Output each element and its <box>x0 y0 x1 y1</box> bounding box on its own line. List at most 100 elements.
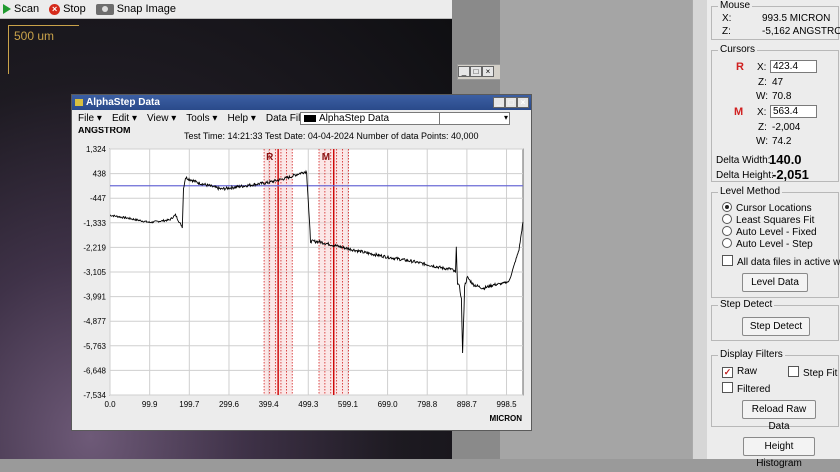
m-z-label: Z: <box>758 122 767 133</box>
menu-help[interactable]: Help ▾ <box>227 113 255 124</box>
m-cursor-label: M <box>734 106 744 118</box>
alphastep-data-window: AlphaStep Data _ □ × File ▾ Edit ▾ View ▾ … <box>71 94 532 431</box>
menu-file[interactable]: File ▾ <box>78 113 102 124</box>
y-tick-label: -1,333 <box>83 219 106 228</box>
app-icon <box>75 99 83 106</box>
close-icon[interactable]: × <box>517 97 529 108</box>
snap-image-label: Snap Image <box>116 3 177 15</box>
minimize-icon[interactable]: _ <box>458 66 470 77</box>
radio-selected-icon <box>722 202 732 212</box>
level-method-group: Level Method Cursor Locations Least Squa… <box>711 186 840 298</box>
maximize-icon[interactable]: □ <box>505 97 517 108</box>
y-tick-label: -7,534 <box>83 391 106 400</box>
step-fit-label: Step Fit <box>803 368 838 379</box>
main-toolbar: Scan × Stop Snap Image <box>0 0 452 19</box>
profile-chart[interactable]: ANGSTROM Test Time: 14:21:33 Test Date: … <box>72 127 531 427</box>
step-fit-checkbox[interactable]: Step Fit <box>788 366 837 379</box>
play-icon <box>3 4 11 14</box>
y-tick-label: -3,105 <box>83 268 106 277</box>
side-panel: Mouse X: 993.5 MICRON Z: -5,162 ANGSTROM… <box>707 0 840 469</box>
x-tick-label: 299.6 <box>219 400 240 409</box>
x-tick-label: 199.7 <box>179 400 200 409</box>
cursor-label: M <box>322 152 330 163</box>
x-tick-label: 699.0 <box>378 400 399 409</box>
radio-icon <box>722 214 732 224</box>
minimize-icon[interactable]: _ <box>493 97 505 108</box>
delta-height-label: Delta Height: <box>716 170 774 181</box>
data-files-dropdown[interactable]: AlphaStep Data <box>300 112 440 125</box>
x-tick-label: 99.9 <box>142 400 158 409</box>
stop-button[interactable]: × Stop <box>49 3 86 15</box>
data-files-dropdown-extension[interactable]: ▾ <box>440 112 510 125</box>
checkbox-icon <box>722 382 733 393</box>
m-w-label: W: <box>756 136 769 147</box>
snap-image-button[interactable]: Snap Image <box>95 3 177 15</box>
menu-label: File <box>78 113 95 124</box>
chevron-down-icon: ▾ <box>503 113 508 122</box>
x-tick-label: 599.1 <box>338 400 359 409</box>
all-data-files-checkbox[interactable]: All data files in active window <box>722 255 840 268</box>
y-tick-label: -447 <box>90 194 107 203</box>
r-x-input[interactable]: 423.4 <box>770 60 817 73</box>
radio-icon <box>722 238 732 248</box>
stop-icon: × <box>49 3 61 15</box>
r-x-label: X: <box>757 62 767 73</box>
mouse-z-label: Z: <box>722 26 731 37</box>
data-window-titlebar[interactable]: AlphaStep Data _ □ × <box>72 95 531 110</box>
menu-edit[interactable]: Edit ▾ <box>112 113 137 124</box>
raw-checkbox[interactable]: ✓ Raw <box>722 366 757 378</box>
menu-label: Tools <box>186 113 210 124</box>
level-option-label: Auto Level - Step <box>736 239 813 250</box>
scale-label: 500 um <box>14 29 55 43</box>
x-tick-label: 798.8 <box>417 400 438 409</box>
y-unit-label: ANGSTROM <box>78 127 131 135</box>
level-option-auto-fixed[interactable]: Auto Level - Fixed <box>722 226 817 238</box>
filtered-checkbox[interactable]: Filtered <box>722 382 770 395</box>
scan-label: Scan <box>14 3 40 15</box>
cursors-group: Cursors R X: 423.4 Z: 47 W: 70.8 M X: 56… <box>711 44 839 182</box>
menu-view[interactable]: View ▾ <box>147 113 176 124</box>
y-tick-label: -2,219 <box>83 243 106 252</box>
level-option-cursor-locations[interactable]: Cursor Locations <box>722 202 812 214</box>
step-detect-button[interactable]: Step Detect <box>742 317 810 336</box>
reload-raw-data-button[interactable]: Reload Raw Data <box>742 400 816 432</box>
raw-label: Raw <box>737 366 758 377</box>
delta-width-value: 140.0 <box>769 152 802 167</box>
mouse-x-label: X: <box>722 13 732 24</box>
mouse-group-title: Mouse <box>718 0 753 11</box>
level-option-auto-step[interactable]: Auto Level - Step <box>722 238 813 250</box>
checkbox-icon <box>722 255 733 266</box>
height-histogram-button[interactable]: Height Histogram <box>743 437 815 469</box>
checkbox-checked-icon: ✓ <box>722 367 733 378</box>
m-z-value: -2,004 <box>772 122 801 133</box>
scan-button[interactable]: Scan <box>3 3 39 15</box>
data-window-menubar: File ▾ Edit ▾ View ▾ Tools ▾ Help ▾ Data… <box>72 110 531 127</box>
data-window-title: AlphaStep Data <box>86 97 160 108</box>
m-w-value: 74.2 <box>772 136 792 147</box>
level-option-least-squares[interactable]: Least Squares Fit <box>722 214 814 226</box>
vertical-scrollbar[interactable] <box>692 0 707 459</box>
level-data-button[interactable]: Level Data <box>742 273 808 292</box>
close-icon[interactable]: × <box>482 66 494 77</box>
background-window-controls: _ □ × <box>457 64 501 80</box>
camera-icon <box>95 3 114 15</box>
level-option-label: Least Squares Fit <box>736 215 815 226</box>
mouse-x-value: 993.5 MICRON <box>762 13 831 24</box>
x-tick-label: 399.4 <box>259 400 280 409</box>
r-z-value: 47 <box>772 77 784 88</box>
r-z-label: Z: <box>758 77 767 88</box>
m-x-input[interactable]: 563.4 <box>770 105 817 118</box>
stop-label: Stop <box>63 3 86 15</box>
level-option-label: Cursor Locations <box>736 203 812 214</box>
window-controls: _ □ × <box>493 96 529 111</box>
menu-tools[interactable]: Tools ▾ <box>186 113 217 124</box>
test-info: Test Time: 14:21:33 Test Date: 04-04-202… <box>184 131 479 141</box>
y-tick-label: -4,877 <box>83 317 106 326</box>
y-tick-label: -6,648 <box>83 366 106 375</box>
maximize-icon[interactable]: □ <box>470 66 482 77</box>
series-color-swatch <box>304 115 316 122</box>
delta-height-value: -2,051 <box>772 167 809 182</box>
menu-label: Edit <box>111 113 130 124</box>
y-tick-label: 438 <box>93 170 107 179</box>
cursor-label: R <box>266 152 274 163</box>
